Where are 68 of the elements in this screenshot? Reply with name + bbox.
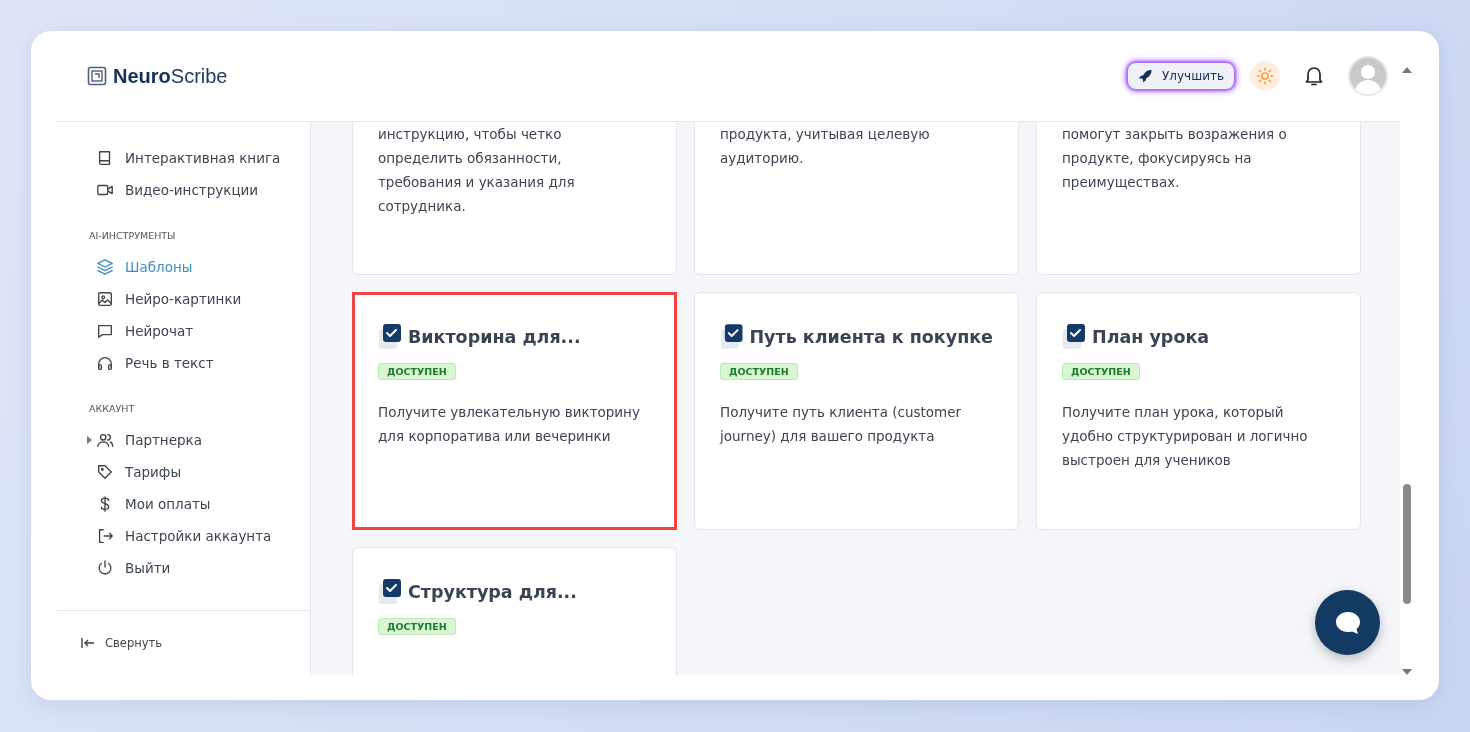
chat-button[interactable] <box>1315 590 1380 655</box>
card-description: продукта, учитывая целевую <box>720 125 931 144</box>
sidebar-item[interactable]: Шаблоны <box>57 251 310 283</box>
caret-icon[interactable] <box>87 436 92 444</box>
layers-icon <box>96 258 114 276</box>
template-card[interactable]: Викторина для... ДОСТУПЕН Получите увлекательную викторину для корпоратива или вечеринки <box>352 292 677 530</box>
logo-icon <box>87 66 107 86</box>
scrollbar-thumb[interactable] <box>1403 484 1411 604</box>
card-description: Получите увлекательную викторину для корпоратива или вечеринки <box>378 403 641 446</box>
card-description: инструкцию, чтобы четко <box>378 125 563 144</box>
template-card[interactable]: План урока ДОСТУПЕН Получите план урока, который удобно структурирован и логично выстроен для учеников <box>1036 292 1361 530</box>
template-card[interactable]: Путь клиента к покупке ДОСТУПЕН Получите путь клиента (customer journey) для вашего продукта <box>694 292 1019 530</box>
section-label: АККАУНТ <box>88 402 136 416</box>
card-title: Путь клиента к покупке <box>749 327 993 347</box>
sidebar-item[interactable]: Интерактивная книга <box>57 142 310 174</box>
scroll-down-icon[interactable] <box>1402 669 1412 675</box>
status-badge: ДОСТУПЕН <box>720 363 798 380</box>
section-label: AI-ИНСТРУМЕНТЫ <box>88 229 177 243</box>
scrollbar[interactable] <box>1400 31 1414 675</box>
card-description: сотрудника. <box>378 197 467 216</box>
card-description: определить обязанности, <box>378 149 563 168</box>
checkbox-icon <box>1062 323 1086 351</box>
status-badge: ДОСТУПЕН <box>1062 363 1140 380</box>
sidebar-item[interactable]: Мои оплаты <box>57 488 310 520</box>
sidebar-item[interactable]: Партнерка <box>57 424 310 456</box>
template-card[interactable]: продукта, учитывая целевую аудиторию. <box>694 122 1019 275</box>
collapse-icon <box>81 637 95 649</box>
logout-icon <box>96 527 114 545</box>
template-card[interactable]: инструкцию, чтобы четко определить обязанности, требования и указания для сотрудника. <box>352 122 677 275</box>
card-description: Получите план урока, который удобно структурирован и логично выстроен для учеников <box>1062 403 1309 470</box>
card-description: преимуществах. <box>1062 173 1181 192</box>
checkbox-icon <box>720 323 744 351</box>
power-icon <box>96 559 114 577</box>
upgrade-button[interactable]: Улучшить <box>1128 63 1234 89</box>
chat-bubble-icon <box>1333 609 1362 636</box>
template-card[interactable]: помогут закрыть возражения о продукте, фокусируясь на преимуществах. <box>1036 122 1361 275</box>
theme-toggle[interactable] <box>1250 61 1280 91</box>
chat-icon <box>96 322 114 340</box>
card-description: аудиторию. <box>720 149 805 168</box>
sidebar-item[interactable]: Видео-инструкции <box>57 174 310 206</box>
sidebar-item[interactable]: Настройки аккаунта <box>57 520 310 552</box>
checkbox-icon <box>378 578 402 606</box>
collapse-button[interactable]: Свернуть <box>57 610 310 675</box>
sidebar-item[interactable]: Нейрочат <box>57 315 310 347</box>
card-description: продукте, фокусируясь на <box>1062 149 1253 168</box>
card-description: помогут закрыть возражения о <box>1062 125 1288 144</box>
status-badge: ДОСТУПЕН <box>378 363 456 380</box>
image-icon <box>96 290 114 308</box>
users-icon <box>96 431 114 449</box>
rocket-icon <box>1138 69 1152 83</box>
logo-text[interactable]: NeuroScribe <box>113 64 228 88</box>
card-description: требования и указания для <box>378 173 576 192</box>
sun-icon <box>1256 67 1274 85</box>
card-title: Викторина для... <box>408 327 581 347</box>
card-title: План урока <box>1092 327 1210 347</box>
headphones-icon <box>96 354 114 372</box>
status-badge: ДОСТУПЕН <box>378 618 456 635</box>
template-card[interactable]: Структура для... ДОСТУПЕН <box>352 547 677 675</box>
bell-icon[interactable] <box>1304 65 1324 87</box>
card-description: Получите путь клиента (customer journey) для вашего продукта <box>720 403 963 446</box>
scroll-up-icon[interactable] <box>1402 67 1412 73</box>
card-title: Структура для... <box>408 582 577 602</box>
sidebar-item[interactable]: Выйти <box>57 552 310 584</box>
tag-icon <box>96 463 114 481</box>
sidebar-item[interactable]: Нейро-картинки <box>57 283 310 315</box>
sidebar-item[interactable]: Тарифы <box>57 456 310 488</box>
checkbox-icon <box>378 323 402 351</box>
sidebar-item[interactable]: Речь в текст <box>57 347 310 379</box>
